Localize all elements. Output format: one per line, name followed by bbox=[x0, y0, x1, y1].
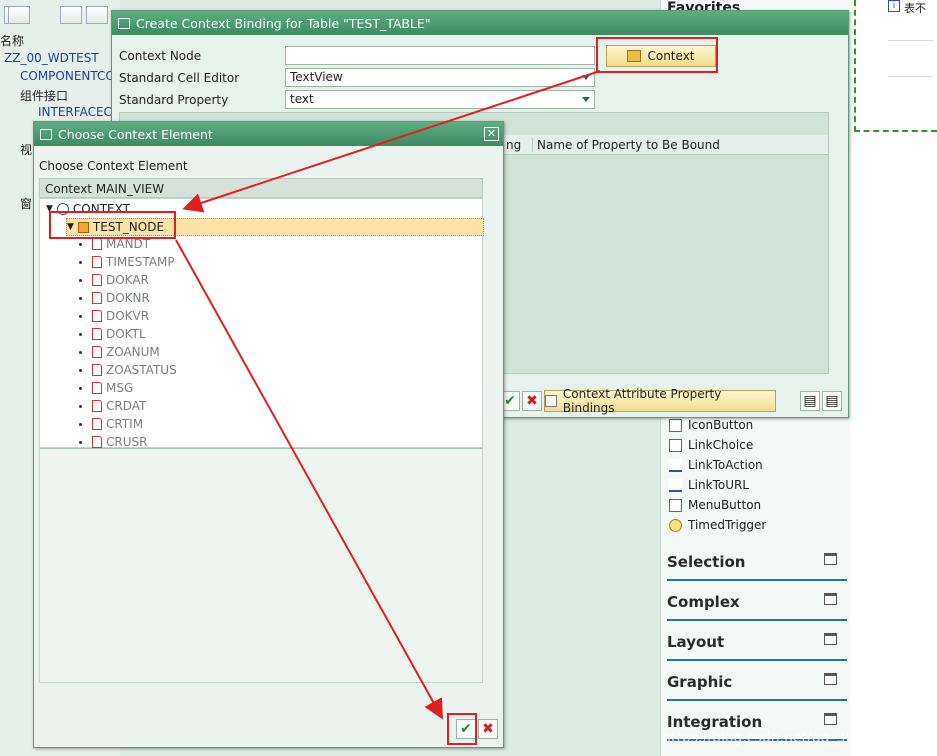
watermark: https://blog.csdn.net/qq_30797051 bbox=[662, 730, 908, 746]
arrow-context-to-node bbox=[182, 70, 601, 213]
arrow-node-to-ok bbox=[175, 239, 443, 720]
annotation-arrows bbox=[175, 70, 601, 720]
